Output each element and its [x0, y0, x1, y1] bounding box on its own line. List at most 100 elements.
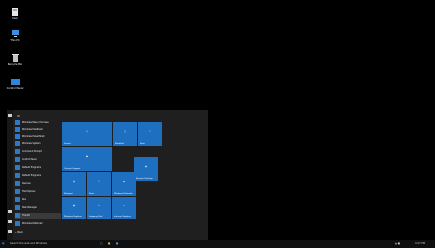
- app-label: Command Prompt: [22, 150, 42, 153]
- desktop-icon-label: Recycle Bin: [7, 63, 23, 66]
- tile-label: Snipping Tool: [89, 215, 103, 218]
- app-label: File Explorer: [22, 190, 36, 193]
- monitor-icon: ▣: [145, 165, 147, 168]
- tile-people[interactable]: ● Contact Support: [62, 147, 112, 171]
- app-icon: [15, 213, 20, 218]
- brush-icon: ✎: [98, 180, 100, 183]
- app-item[interactable]: Default Programs: [15, 173, 61, 179]
- app-item[interactable]: Windows Defender: [15, 221, 61, 227]
- user-icon[interactable]: [8, 210, 12, 213]
- app-icon: [15, 197, 20, 202]
- file-explorer-taskbar-icon[interactable]: ■: [108, 241, 113, 247]
- hamburger-icon[interactable]: [8, 114, 12, 117]
- task-view-icon[interactable]: □: [100, 241, 105, 247]
- tile-word[interactable]: □ WordPad: [113, 122, 137, 146]
- app-icon: [15, 173, 20, 178]
- tile-label: Internet Explorer: [114, 215, 131, 218]
- paint-icon: ✎: [149, 130, 151, 133]
- app-label: Default Programs: [22, 166, 42, 169]
- tile-paint2[interactable]: ✎ Paint: [87, 172, 111, 196]
- control-panel-icon: [10, 79, 20, 85]
- app-item[interactable]: Windows Ease of Access: [15, 120, 61, 126]
- app-icon: [15, 120, 20, 125]
- start-button[interactable]: ▦: [2, 241, 8, 247]
- app-icon: [15, 149, 20, 154]
- tile-label: Notepad: [64, 192, 73, 195]
- app-item[interactable]: Task Manager: [15, 205, 61, 211]
- app-label: Windows Feedback: [22, 128, 43, 131]
- scissors-icon: ✂: [98, 204, 100, 207]
- app-item[interactable]: Windows PowerShell: [15, 134, 61, 140]
- notepad-icon: ▤: [73, 180, 75, 183]
- app-label: Devices: [22, 182, 31, 185]
- app-item[interactable]: Windows System: [15, 141, 61, 147]
- app-item[interactable]: Control Panel: [15, 157, 61, 163]
- tile-remote[interactable]: ▣ Remote Desktop: [134, 157, 158, 181]
- app-icon: [15, 127, 20, 132]
- tile-label: Paint: [140, 142, 145, 145]
- app-label: Default Programs: [22, 174, 42, 177]
- notification-icons[interactable]: ▲ ■: [395, 241, 413, 247]
- app-icon: [15, 181, 20, 186]
- app-item[interactable]: Devices: [15, 181, 61, 187]
- app-label: Windows System: [22, 142, 41, 145]
- app-item[interactable]: Default Programs: [15, 165, 61, 171]
- app-item[interactable]: Run: [15, 197, 61, 203]
- app-item[interactable]: This PC: [15, 213, 61, 219]
- app-item[interactable]: Command Prompt: [15, 149, 61, 155]
- desktop-icon-label: User: [12, 17, 18, 20]
- tile-label: Search: [64, 142, 71, 145]
- tile-snip[interactable]: ✂ Snipping Tool: [87, 197, 111, 219]
- settings-icon[interactable]: [8, 220, 12, 223]
- recycle-bin-icon: [11, 54, 19, 62]
- tile-label: Windows Explorer: [64, 215, 82, 218]
- app-label: This PC: [22, 214, 31, 217]
- tile-paint[interactable]: ✎ Paint: [138, 122, 162, 146]
- app-group-letter[interactable]: W: [17, 114, 20, 118]
- browser-icon: e: [123, 204, 125, 207]
- desktop-icon-label: This PC: [10, 39, 20, 42]
- app-label: Windows PowerShell: [22, 135, 45, 138]
- tile-notepad[interactable]: ▤ Notepad: [62, 172, 86, 196]
- document-icon: □: [124, 130, 126, 133]
- desktop-icon-this-pc[interactable]: This PC: [4, 30, 26, 42]
- tile-label: Remote Desktop: [136, 177, 153, 180]
- desktop-icon-user-folder[interactable]: User: [4, 8, 26, 20]
- tile-label: Windows Defender: [114, 192, 133, 195]
- desktop-icon-control-panel[interactable]: Control Panel: [4, 78, 26, 90]
- power-icon[interactable]: [8, 230, 12, 233]
- tile-search[interactable]: ⚲ Search: [62, 122, 112, 146]
- folder-icon: [11, 8, 18, 16]
- computer-icon: [11, 30, 19, 37]
- app-icon: [15, 221, 20, 226]
- app-item[interactable]: Windows Feedback: [15, 127, 61, 133]
- taskbar-search-box[interactable]: Search the web and Windows: [10, 241, 90, 247]
- back-label: Back: [17, 231, 23, 234]
- tile-defender[interactable]: ◉ Windows Defender: [112, 172, 136, 196]
- app-icon: [15, 165, 20, 170]
- search-icon: ⚲: [86, 130, 88, 133]
- app-icon: [15, 134, 20, 139]
- app-icon: [15, 141, 20, 146]
- tile-label: Paint: [89, 192, 94, 195]
- folder-icon: ▣: [73, 204, 75, 207]
- desktop-icon-label: Control Panel: [6, 87, 24, 90]
- app-item[interactable]: File Explorer: [15, 189, 61, 195]
- app-icon: [15, 157, 20, 162]
- taskbar: ▦ Search the web and Windows □ ■ ■ ▲ ■ 4…: [0, 240, 435, 248]
- tile-label: WordPad: [115, 142, 124, 145]
- search-placeholder: Search the web and Windows: [10, 242, 47, 245]
- desktop-icon-recycle-bin[interactable]: Recycle Bin: [4, 54, 26, 66]
- app-list: W Windows Ease of Access Windows Feedbac…: [13, 114, 63, 238]
- app-label: Windows Ease of Access: [22, 121, 49, 124]
- tile-explorer[interactable]: ▣ Windows Explorer: [62, 197, 86, 219]
- start-menu: W Windows Ease of Access Windows Feedbac…: [7, 110, 208, 240]
- clock[interactable]: 4:27 PM: [415, 241, 433, 247]
- app-label: Run: [22, 198, 27, 201]
- tile-edge[interactable]: e Internet Explorer: [112, 197, 136, 219]
- app-icon: [15, 205, 20, 210]
- back-button[interactable]: ← Back: [15, 230, 61, 236]
- person-icon: ●: [86, 155, 88, 158]
- store-taskbar-icon[interactable]: ■: [116, 241, 121, 247]
- app-icon: [15, 189, 20, 194]
